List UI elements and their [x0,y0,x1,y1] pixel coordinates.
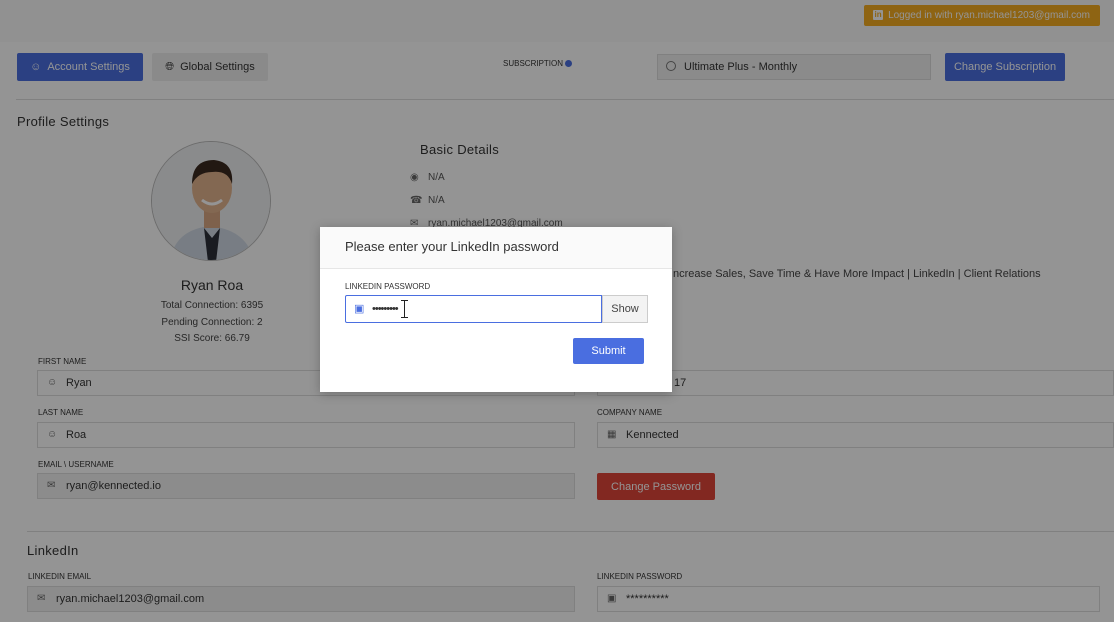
submit-button[interactable]: Submit [573,338,644,364]
text-cursor-icon [401,300,408,318]
modal-password-input[interactable]: ▣ ••••••••• [345,295,602,323]
lock-icon: ▣ [354,303,365,315]
linkedin-password-modal: Please enter your LinkedIn password LINK… [320,227,672,392]
modal-title: Please enter your LinkedIn password [320,227,672,269]
show-password-button[interactable]: Show [602,295,648,323]
modal-password-label: LINKEDIN PASSWORD [345,282,431,291]
